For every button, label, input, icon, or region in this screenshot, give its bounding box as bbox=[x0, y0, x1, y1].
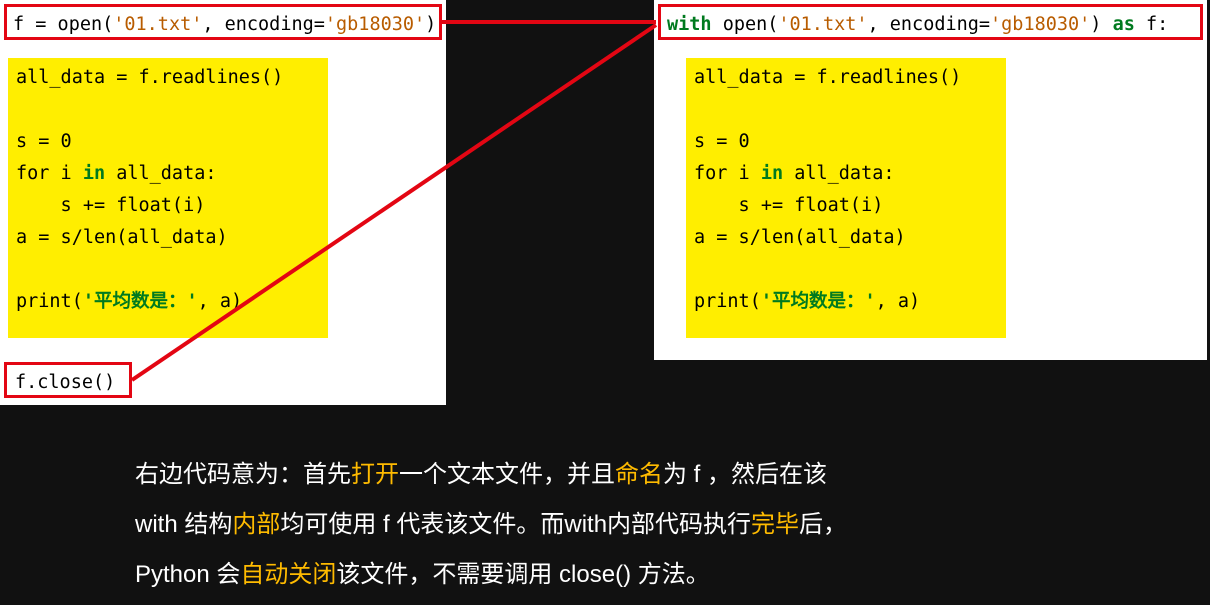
right-body-code: all_data = f.readlines() s = 0for i in a… bbox=[694, 62, 998, 318]
explain-line-3: Python 会自动关闭该文件，不需要调用 close() 方法。 bbox=[135, 550, 1135, 600]
left-body-code: all_data = f.readlines() s = 0for i in a… bbox=[16, 62, 320, 318]
left-code-panel: f = open('01.txt', encoding='gb18030') a… bbox=[0, 0, 446, 405]
left-open-box: f = open('01.txt', encoding='gb18030') bbox=[4, 4, 442, 40]
explain-line-1: 右边代码意为：首先打开一个文本文件，并且命名为 f ，然后在该 bbox=[135, 450, 1135, 500]
explanation-text: 右边代码意为：首先打开一个文本文件，并且命名为 f ，然后在该 with 结构内… bbox=[135, 450, 1135, 600]
left-open-code: f = open('01.txt', encoding='gb18030') bbox=[13, 14, 436, 35]
left-close-code: f.close() bbox=[15, 372, 115, 393]
right-open-code: with open('01.txt', encoding='gb18030') … bbox=[667, 14, 1168, 35]
explain-line-2: with 结构内部均可使用 f 代表该文件。而with内部代码执行完毕后， bbox=[135, 500, 1135, 550]
left-close-box: f.close() bbox=[4, 362, 132, 398]
left-body-box: all_data = f.readlines() s = 0for i in a… bbox=[8, 58, 328, 338]
right-body-box: all_data = f.readlines() s = 0for i in a… bbox=[686, 58, 1006, 338]
right-code-panel: with open('01.txt', encoding='gb18030') … bbox=[654, 0, 1207, 360]
right-open-box: with open('01.txt', encoding='gb18030') … bbox=[658, 4, 1203, 40]
